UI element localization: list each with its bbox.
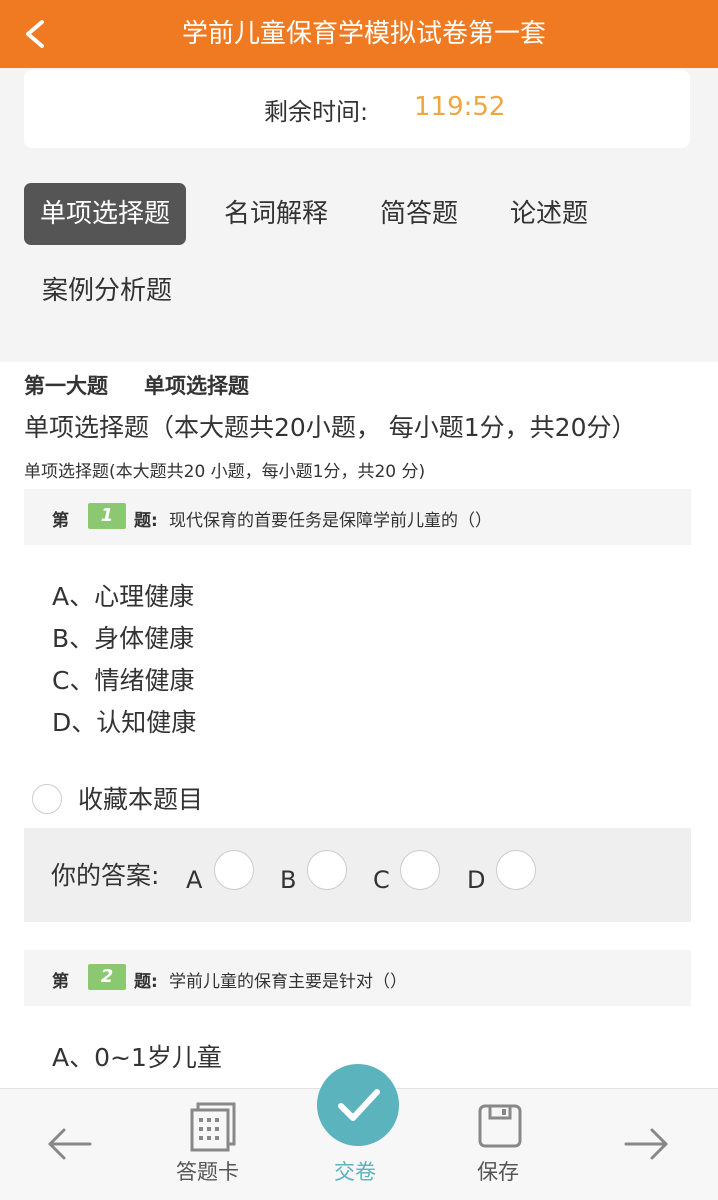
checkmark-icon [338,1089,380,1121]
arrow-left-icon [48,1128,92,1160]
tab-case-analysis[interactable]: 案例分析题 [26,260,188,322]
question-suffix: 题: [134,511,158,531]
option-c[interactable]: C、情绪健康 [52,661,194,697]
favorite-label: 收藏本题目 [78,785,204,814]
submit-label[interactable]: 交卷 [334,1156,376,1186]
question-text: 学前儿童的保育主要是针对（） [169,972,407,992]
top-bar: 学前儿童保育学模拟试卷第一套 [0,0,718,68]
answer-choice-a-label: A [186,866,203,894]
timer-value: 119:52 [414,92,506,122]
answer-radio-a[interactable] [214,850,254,890]
save-label: 保存 [477,1160,519,1184]
submit-button[interactable] [317,1064,399,1146]
question-suffix: 题: [134,972,158,992]
answer-radio-d[interactable] [496,850,536,890]
question-number-badge: 1 [88,503,126,529]
tab-term-explanation[interactable]: 名词解释 [212,183,340,245]
option-a[interactable]: A、心理健康 [52,577,194,613]
timer-card: 剩余时间: 119:52 [24,70,690,148]
save-button[interactable]: 保存 [476,1102,524,1190]
answer-card-button[interactable]: 答题卡 [176,1100,252,1188]
next-button[interactable] [622,1122,670,1166]
question-number-badge: 2 [88,964,126,990]
question-header: 第 1 题: 现代保育的首要任务是保障学前儿童的（） [24,489,691,545]
answer-choice-b-label: B [280,866,297,894]
answer-choice-d-label: D [467,866,486,894]
save-icon [478,1104,522,1148]
option-d[interactable]: D、认知健康 [52,703,196,739]
option-a[interactable]: A、0~1岁儿童 [52,1038,222,1074]
option-b[interactable]: B、身体健康 [52,619,194,655]
section-heading: 第一大题 单项选择题 [24,370,249,400]
arrow-right-icon [624,1128,668,1160]
section-description: 单项选择题（本大题共20小题， 每小题1分，共20分） [24,413,637,442]
answer-radio-c[interactable] [400,850,440,890]
question-prefix: 第 [52,511,69,531]
section-part: 第一大题 [24,374,108,398]
section-sub-description: 单项选择题(本大题共20 小题，每小题1分，共20 分) [24,462,426,482]
section-type: 单项选择题 [144,374,249,398]
tab-single-choice[interactable]: 单项选择题 [24,183,186,245]
question-text: 现代保育的首要任务是保障学前儿童的（） [169,511,492,531]
question-header: 第 2 题: 学前儿童的保育主要是针对（） [24,950,691,1006]
page-title: 学前儿童保育学模拟试卷第一套 [181,19,546,49]
tab-short-answer[interactable]: 简答题 [366,183,472,245]
answer-radio-b[interactable] [307,850,347,890]
answer-sheet-icon [190,1102,236,1152]
tab-essay[interactable]: 论述题 [496,183,602,245]
favorite-radio[interactable] [32,784,62,814]
question-prefix: 第 [52,972,69,992]
prev-button[interactable] [46,1122,94,1166]
answer-label: 你的答案: [51,861,160,890]
timer-label: 剩余时间: [264,98,369,126]
answer-choice-c-label: C [373,866,390,894]
answer-panel: 你的答案: A B C D [24,828,691,922]
answer-card-label: 答题卡 [176,1160,239,1184]
